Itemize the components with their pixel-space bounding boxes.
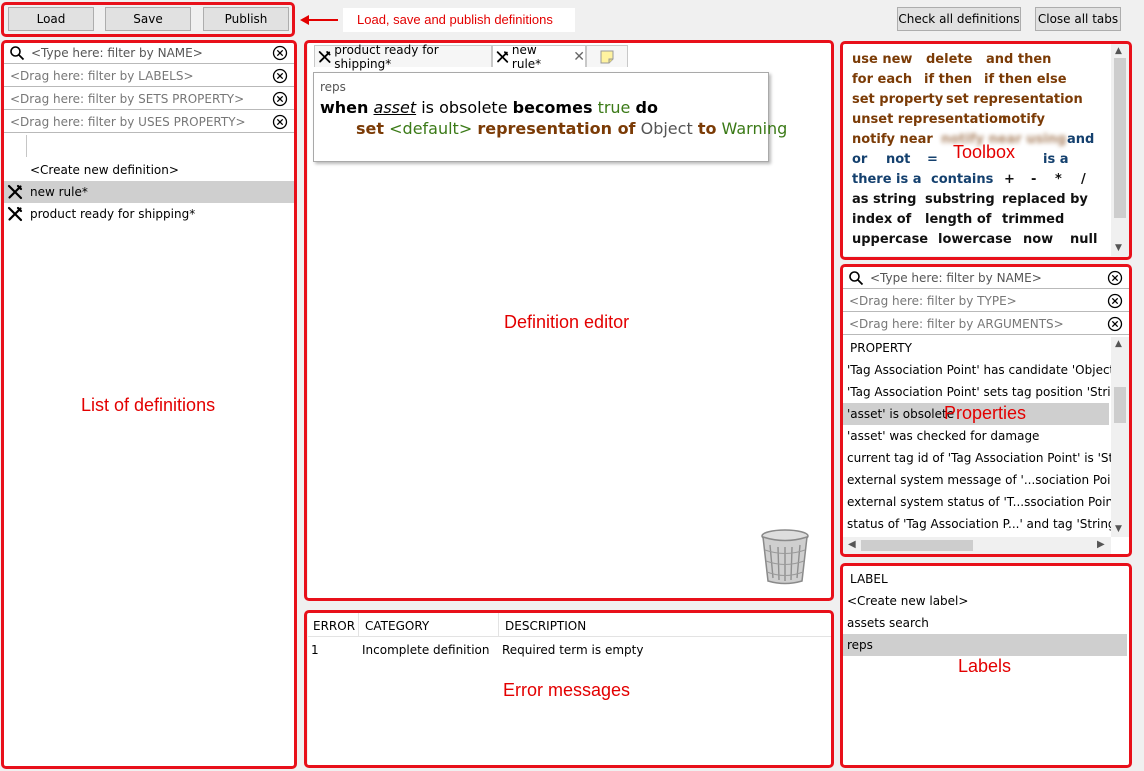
- annotation-load-save-publish: Load, save and publish definitions: [357, 12, 553, 27]
- arrow-left-icon: [300, 15, 338, 25]
- close-all-tabs-button[interactable]: Close all tabs: [1035, 7, 1121, 31]
- highlight-labels: [840, 563, 1132, 768]
- highlight-editor: [304, 40, 834, 601]
- highlight-properties: [840, 264, 1132, 557]
- highlight-errors: [304, 610, 834, 768]
- check-all-definitions-button[interactable]: Check all definitions: [897, 7, 1021, 31]
- highlight-definitions: [1, 40, 297, 769]
- highlight-toolbar: [1, 2, 295, 37]
- highlight-toolbox: [840, 41, 1132, 260]
